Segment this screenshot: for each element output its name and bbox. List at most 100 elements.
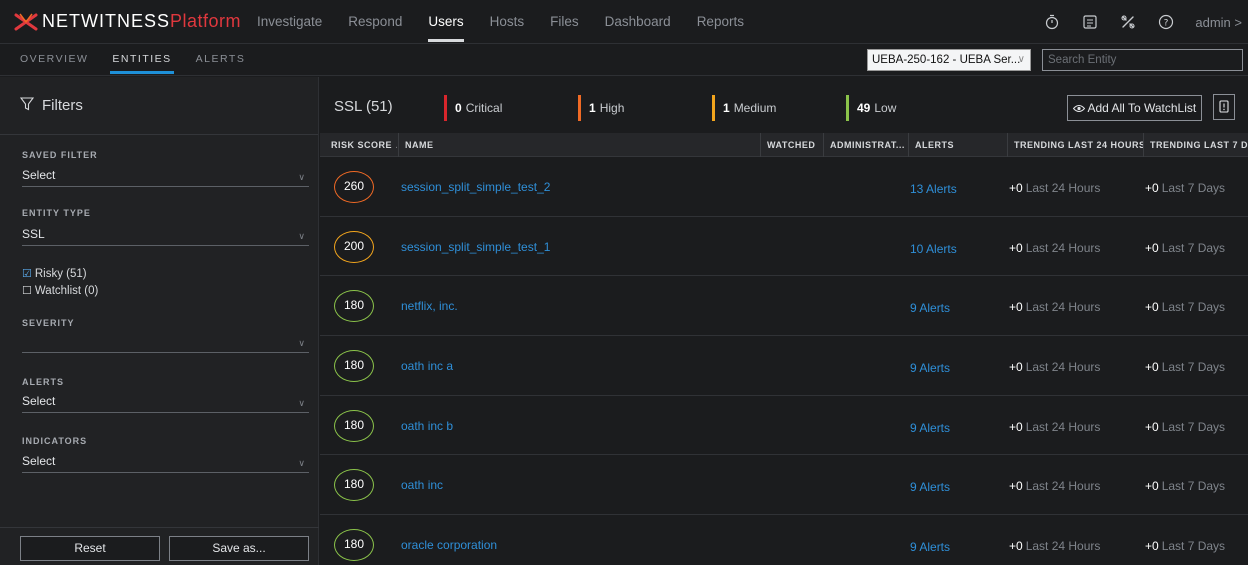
tab-alerts[interactable]: ALERTS <box>184 44 258 76</box>
timer-icon[interactable] <box>1033 0 1071 44</box>
table-row[interactable]: 180 oath inc b 9 Alerts +0 Last 24 Hours +0 La… <box>320 396 1248 456</box>
alerts-link[interactable]: 9 Alerts <box>910 480 950 494</box>
server-select[interactable]: UEBA-250-162 - UEBA Ser... ∨ <box>867 49 1031 71</box>
trending-24h: +0 Last 24 Hours <box>1009 300 1100 314</box>
add-all-watchlist-button[interactable]: Add All To WatchList <box>1067 95 1202 121</box>
nav-item-dashboard[interactable]: Dashboard <box>592 0 684 44</box>
chevron-down-icon: ∨ <box>298 338 305 348</box>
trending-24h: +0 Last 24 Hours <box>1009 539 1100 553</box>
medium-count: 1 <box>723 101 730 115</box>
search-entity-input[interactable] <box>1042 49 1243 71</box>
column-trending-7d[interactable]: TRENDING LAST 7 DAYS <box>1143 133 1248 157</box>
low-bar <box>846 95 849 121</box>
alerts-link[interactable]: 9 Alerts <box>910 361 950 375</box>
alerts-link[interactable]: 9 Alerts <box>910 540 950 554</box>
tools-icon[interactable] <box>1109 0 1147 44</box>
entity-type-select[interactable]: SSL ∨ <box>22 224 309 246</box>
trending-24h: +0 Last 24 Hours <box>1009 420 1100 434</box>
column-alerts[interactable]: ALERTS <box>908 133 1006 157</box>
save-as-button[interactable]: Save as... <box>169 536 309 561</box>
table-row[interactable]: 200 session_split_simple_test_1 10 Alerts +… <box>320 217 1248 277</box>
entity-name-link[interactable]: netflix, inc. <box>401 299 458 313</box>
column-administrator[interactable]: ADMINISTRAT... <box>823 133 907 157</box>
reset-button[interactable]: Reset <box>20 536 160 561</box>
help-icon[interactable]: ? <box>1147 0 1185 44</box>
entity-name-link[interactable]: oath inc a <box>401 359 453 373</box>
low-filter[interactable]: 49 Low <box>846 95 896 121</box>
filters-panel: Filters SAVED FILTER Select ∨ ENTITY TYP… <box>0 77 319 565</box>
logo-mark-icon <box>14 13 38 30</box>
trending-24h: +0 Last 24 Hours <box>1009 479 1100 493</box>
nav-item-users[interactable]: Users <box>415 0 476 44</box>
tab-overview[interactable]: OVERVIEW <box>8 44 100 76</box>
alerts-filter-value: Select <box>22 394 56 408</box>
trend-24h-label: Last 24 Hours <box>1025 419 1101 434</box>
entity-name-link[interactable]: oath inc <box>401 478 443 492</box>
entity-name-link[interactable]: session_split_simple_test_1 <box>401 240 550 254</box>
nav-item-reports[interactable]: Reports <box>684 0 757 44</box>
risk-score-badge: 180 <box>334 409 374 442</box>
critical-filter[interactable]: 0 Critical <box>444 95 502 121</box>
trending-7d: +0 Last 7 Days <box>1145 420 1225 434</box>
column-trending-24h[interactable]: TRENDING LAST 24 HOURS <box>1007 133 1143 157</box>
trend-7d-label: Last 7 Days <box>1161 300 1226 315</box>
main-nav: Investigate Respond Users Hosts Files Dashboa… <box>244 0 757 44</box>
medium-filter[interactable]: 1 Medium <box>712 95 776 121</box>
nav-item-hosts[interactable]: Hosts <box>477 0 538 44</box>
table-row[interactable]: 180 oath inc 9 Alerts +0 Last 24 Hours +0 Last… <box>320 455 1248 516</box>
chevron-down-icon: ∨ <box>298 398 305 408</box>
table-row[interactable]: 180 oath inc a9 Alerts +0 Last 24 Hours +0 La… <box>320 336 1248 396</box>
risk-score-badge: 180 <box>334 529 374 562</box>
alerts-link[interactable]: 9 Alerts <box>910 301 950 315</box>
trending-7d: +0 Last 7 Days <box>1145 181 1225 195</box>
risky-checkbox[interactable]: ☑ Risky (51) <box>22 267 87 280</box>
filters-footer: Reset Save as... <box>0 527 319 565</box>
entity-name-link[interactable]: session_split_simple_test_2 <box>401 180 550 194</box>
saved-filter-value: Select <box>22 168 56 182</box>
svg-text:?: ? <box>1164 19 1169 29</box>
sub-navigation: OVERVIEW ENTITIES ALERTS UEBA-250-162 - UE… <box>0 44 1248 76</box>
trend-7d-value: +0 <box>1145 360 1159 375</box>
app-window: NETWITNESS Platform Investigate Respond Us… <box>0 0 1248 565</box>
tab-entities[interactable]: ENTITIES <box>100 44 183 76</box>
alerts-link[interactable]: 10 Alerts <box>910 242 957 256</box>
column-risk-score[interactable]: RISK SCORE ↓ <box>331 133 397 157</box>
trend-7d-value: +0 <box>1145 240 1159 255</box>
entity-name-link[interactable]: oracle corporation <box>401 538 497 552</box>
nav-item-respond[interactable]: Respond <box>335 0 415 44</box>
column-watched[interactable]: WATCHED <box>760 133 822 157</box>
table-row[interactable]: 180 netflix, inc. 9 Alerts +0 Last 24 Hours +… <box>320 276 1248 337</box>
indicators-select[interactable]: Select ∨ <box>22 451 309 473</box>
severity-select[interactable]: ∨ <box>22 331 309 353</box>
nav-item-files[interactable]: Files <box>537 0 592 44</box>
table-row[interactable]: 180 oracle corporation 9 Alerts +0 Last 24 H… <box>320 515 1248 565</box>
trend-7d-value: +0 <box>1145 479 1159 494</box>
nav-item-investigate[interactable]: Investigate <box>244 0 335 44</box>
trend-7d-value: +0 <box>1145 300 1159 315</box>
user-menu[interactable]: admin > <box>1185 15 1248 30</box>
entity-name-link[interactable]: oath inc b <box>401 419 453 433</box>
trending-24h: +0 Last 24 Hours <box>1009 181 1100 195</box>
netwitness-logo[interactable]: NETWITNESS Platform <box>0 0 244 44</box>
trending-24h: +0 Last 24 Hours <box>1009 241 1100 255</box>
trending-7d: +0 Last 7 Days <box>1145 539 1225 553</box>
indicators-value: Select <box>22 454 56 468</box>
severity-summary: SSL (51) 0 Critical 1 High 1 Medium 49 L… <box>320 77 1248 133</box>
alerts-select[interactable]: Select ∨ <box>22 391 309 413</box>
trend-24h-label: Last 24 Hours <box>1025 479 1101 494</box>
trending-24h: +0 Last 24 Hours <box>1009 360 1100 374</box>
column-name[interactable]: NAME <box>398 133 758 157</box>
alerts-link[interactable]: 9 Alerts <box>910 421 950 435</box>
notes-icon[interactable] <box>1071 0 1109 44</box>
chevron-down-icon: ∨ <box>298 458 305 468</box>
high-filter[interactable]: 1 High <box>578 95 624 121</box>
export-button[interactable] <box>1213 94 1235 120</box>
table-row[interactable]: 260 session_split_simple_test_2 13 Alerts +… <box>320 157 1248 217</box>
trend-24h-value: +0 <box>1009 360 1023 375</box>
watchlist-checkbox[interactable]: ☐ Watchlist (0) <box>22 284 98 297</box>
trend-7d-label: Last 7 Days <box>1161 181 1226 195</box>
low-count: 49 <box>857 101 871 115</box>
saved-filter-select[interactable]: Select ∨ <box>22 165 309 187</box>
alerts-link[interactable]: 13 Alerts <box>910 182 957 196</box>
trending-7d: +0 Last 7 Days <box>1145 241 1225 255</box>
